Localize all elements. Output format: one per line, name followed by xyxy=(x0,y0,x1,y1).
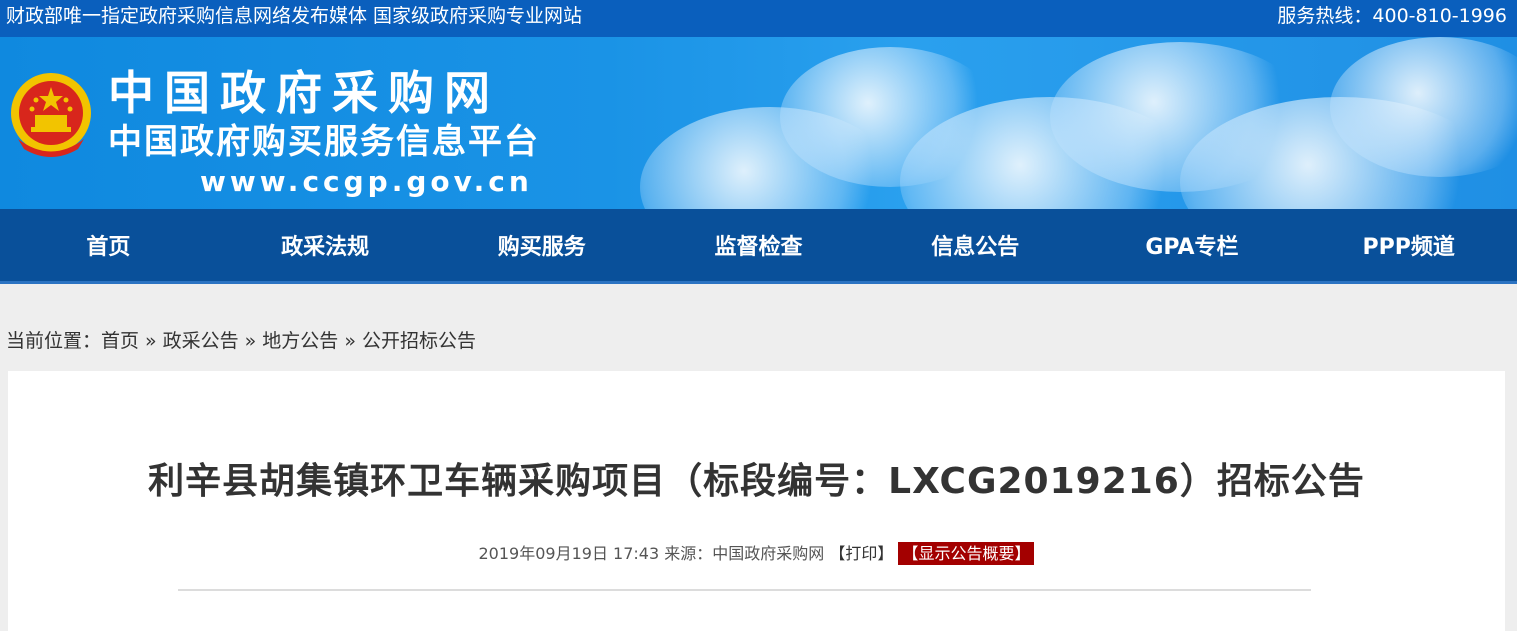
slogan-text: 财政部唯一指定政府采购信息网络发布媒体 国家级政府采购专业网站 xyxy=(6,5,583,27)
nav-item-home[interactable]: 首页 xyxy=(0,229,217,261)
site-title: 中国政府采购网 xyxy=(108,66,500,120)
national-emblem-icon xyxy=(11,73,91,157)
breadcrumb-local-announcements[interactable]: 地方公告 xyxy=(262,330,338,352)
breadcrumb-gov-announcements[interactable]: 政采公告 xyxy=(163,330,239,352)
nav-item-announcements[interactable]: 信息公告 xyxy=(867,229,1084,261)
breadcrumb-separator: » xyxy=(145,330,157,352)
site-subtitle: 中国政府购买服务信息平台 xyxy=(108,122,540,162)
nav-item-regulations[interactable]: 政采法规 xyxy=(217,229,434,261)
breadcrumb-public-tender[interactable]: 公开招标公告 xyxy=(362,330,476,352)
article-meta: 2019年09月19日 17:43 来源：中国政府采购网 【打印】 【显示公告概… xyxy=(8,540,1505,565)
site-banner: 中国政府采购网 中国政府购买服务信息平台 www.ccgp.gov.cn xyxy=(0,37,1517,209)
article-title: 利辛县胡集镇环卫车辆采购项目（标段编号：LXCG2019216）招标公告 xyxy=(148,461,1365,502)
breadcrumb-home[interactable]: 首页 xyxy=(101,330,139,352)
source-label: 来源： xyxy=(664,544,713,563)
breadcrumb-separator: » xyxy=(344,330,356,352)
breadcrumb: 当前位置：首页» 政采公告» 地方公告» 公开招标公告 xyxy=(6,326,476,353)
nav-item-purchase-services[interactable]: 购买服务 xyxy=(433,229,650,261)
source-name: 中国政府采购网 xyxy=(712,544,825,563)
nav-item-supervision[interactable]: 监督检查 xyxy=(650,229,867,261)
nav-item-ppp[interactable]: PPP频道 xyxy=(1300,229,1517,261)
breadcrumb-separator: » xyxy=(244,330,257,352)
main-nav: 首页 政采法规 购买服务 监督检查 信息公告 GPA专栏 PPP频道 xyxy=(0,209,1517,284)
hotline-text: 服务热线：400-810-1996 xyxy=(1277,5,1507,27)
article-panel: 利辛县胡集镇环卫车辆采购项目（标段编号：LXCG2019216）招标公告 201… xyxy=(8,371,1505,631)
print-button[interactable]: 【打印】 xyxy=(829,544,893,563)
divider xyxy=(178,589,1311,591)
breadcrumb-prefix: 当前位置： xyxy=(6,330,102,352)
nav-item-gpa[interactable]: GPA专栏 xyxy=(1084,229,1301,261)
show-summary-button[interactable]: 【显示公告概要】 xyxy=(898,542,1035,565)
site-url: www.ccgp.gov.cn xyxy=(200,165,533,198)
top-info-bar: 财政部唯一指定政府采购信息网络发布媒体 国家级政府采购专业网站 服务热线：400… xyxy=(0,0,1517,37)
publish-datetime: 2019年09月19日 17:43 xyxy=(478,544,660,563)
